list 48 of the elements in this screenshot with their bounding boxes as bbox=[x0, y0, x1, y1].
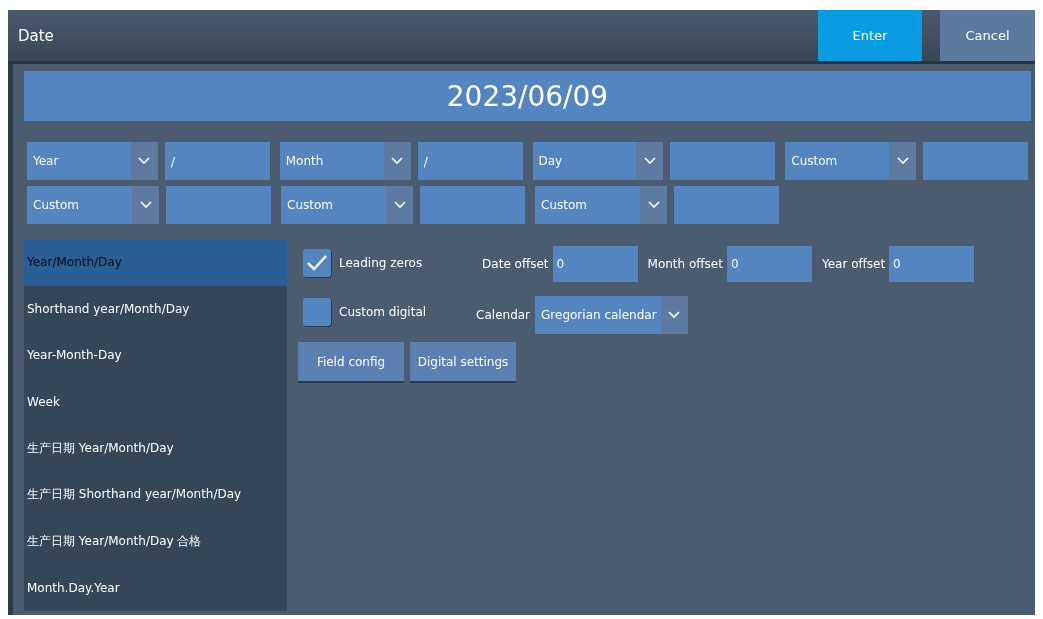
calendar-dropdown[interactable]: Gregorian calendar bbox=[535, 296, 688, 334]
separator-field[interactable] bbox=[923, 142, 1028, 180]
part-dropdown[interactable]: Custom bbox=[281, 186, 413, 224]
settings-button[interactable]: Digital settings bbox=[410, 342, 516, 381]
checkbox[interactable] bbox=[303, 297, 331, 326]
chevron-down-icon bbox=[647, 201, 660, 209]
separator-field[interactable] bbox=[670, 142, 776, 180]
format-item[interactable]: Month.Day.Year bbox=[24, 564, 287, 611]
part-dropdown[interactable]: Custom bbox=[27, 186, 159, 224]
offset-field[interactable]: 0 bbox=[726, 246, 812, 282]
format-item[interactable]: Shorthand year/Month/Day bbox=[24, 285, 287, 332]
offset-label: Month offset bbox=[647, 257, 723, 271]
part-dropdown[interactable]: Day bbox=[532, 142, 664, 180]
separator-field[interactable]: / bbox=[164, 142, 270, 180]
chevron-down-icon bbox=[643, 157, 656, 165]
offset-field[interactable]: 0 bbox=[552, 246, 638, 282]
chevron-down-icon bbox=[138, 157, 151, 165]
format-item[interactable]: 生产日期 Year/Month/Day bbox=[24, 425, 287, 472]
offset-label: Date offset bbox=[482, 257, 549, 271]
chevron-down-icon bbox=[896, 157, 909, 165]
chevron-down-icon bbox=[393, 201, 406, 209]
checkbox-label: Leading zeros bbox=[339, 255, 423, 270]
calendar-label: Calendar bbox=[476, 308, 531, 322]
part-dropdown[interactable]: Custom bbox=[785, 142, 916, 180]
offset-field[interactable]: 0 bbox=[889, 246, 975, 282]
part-dropdown[interactable]: Custom bbox=[535, 186, 667, 224]
settings-button[interactable]: Field config bbox=[298, 342, 404, 381]
window-title: Date bbox=[17, 26, 54, 45]
format-item[interactable]: Year-Month-Day bbox=[24, 332, 287, 379]
format-item[interactable]: Week bbox=[24, 378, 287, 425]
cancel-button[interactable]: Cancel bbox=[940, 10, 1035, 61]
format-item[interactable]: Year/Month/Day bbox=[24, 239, 287, 286]
checkbox-label: Custom digital bbox=[339, 304, 427, 319]
separator-field[interactable] bbox=[166, 186, 271, 224]
chevron-down-icon bbox=[668, 311, 681, 319]
checkbox[interactable] bbox=[303, 248, 331, 277]
separator-field[interactable]: / bbox=[417, 142, 523, 180]
date-preview: 2023/06/09 bbox=[24, 71, 1031, 121]
format-item[interactable]: 生产日期 Shorthand year/Month/Day bbox=[24, 471, 287, 518]
offset-label: Year offset bbox=[821, 257, 886, 271]
part-dropdown[interactable]: Month bbox=[279, 142, 411, 180]
chevron-down-icon bbox=[391, 157, 403, 165]
part-dropdown[interactable]: Year bbox=[27, 142, 158, 180]
separator-field[interactable] bbox=[674, 186, 779, 224]
enter-button[interactable]: Enter bbox=[818, 10, 922, 61]
separator-field[interactable] bbox=[420, 186, 525, 224]
chevron-down-icon bbox=[139, 201, 152, 209]
format-item[interactable]: 生产日期 Year/Month/Day 合格 bbox=[24, 518, 287, 565]
